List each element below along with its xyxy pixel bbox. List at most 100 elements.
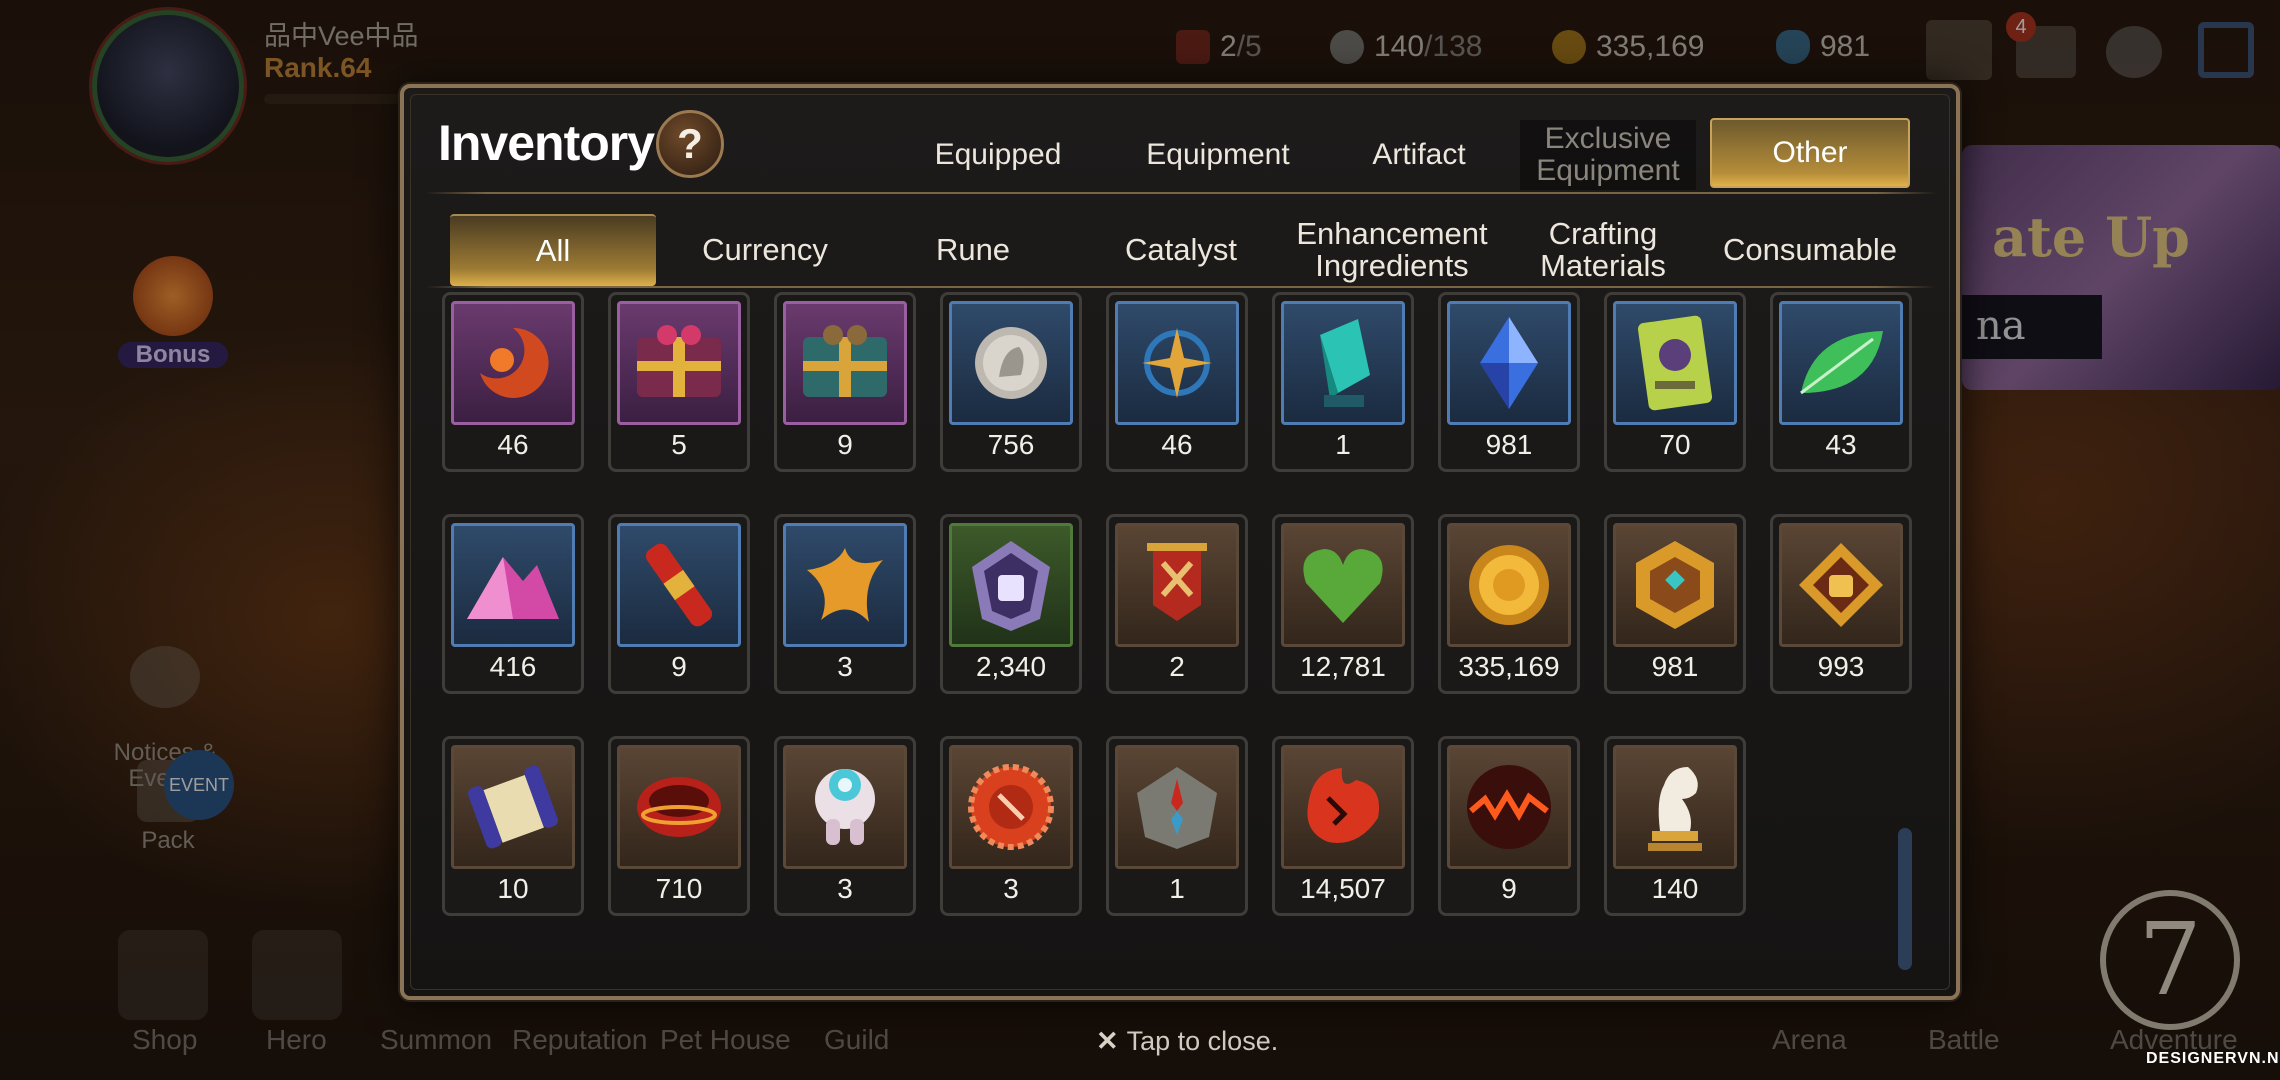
item-count: 981 bbox=[1651, 651, 1699, 682]
item-count: 756 bbox=[987, 429, 1035, 460]
gold-sun-coin-icon bbox=[1447, 523, 1571, 647]
orange-crescent-rune-icon bbox=[451, 301, 575, 425]
item-count: 1 bbox=[1169, 873, 1185, 904]
tab-divider-top bbox=[426, 192, 1936, 194]
item-slot[interactable]: 3 bbox=[774, 514, 916, 694]
item-count: 70 bbox=[1659, 429, 1691, 460]
help-button[interactable]: ? bbox=[656, 110, 724, 178]
item-count: 981 bbox=[1485, 429, 1533, 460]
item-slot[interactable]: 12,781 bbox=[1272, 514, 1414, 694]
item-slot[interactable]: 9 bbox=[608, 514, 750, 694]
green-leaf-icon bbox=[1779, 301, 1903, 425]
fire-orb-icon bbox=[1447, 745, 1571, 869]
item-count: 1 bbox=[1335, 429, 1351, 460]
item-count: 10 bbox=[497, 873, 529, 904]
chess-knight-icon bbox=[1613, 745, 1737, 869]
tab-divider-bottom bbox=[426, 286, 1936, 288]
item-slot[interactable]: 43 bbox=[1770, 292, 1912, 472]
inventory-panel: Inventory ? Equipped Equipment Artifact … bbox=[400, 84, 1960, 1000]
tab-artifact[interactable]: Artifact bbox=[1334, 120, 1504, 190]
item-slot[interactable]: 710 bbox=[608, 736, 750, 916]
item-slot[interactable]: 140 bbox=[1604, 736, 1746, 916]
item-count: 710 bbox=[655, 873, 703, 904]
item-slot[interactable]: 70 bbox=[1604, 292, 1746, 472]
item-slot[interactable]: 46 bbox=[442, 292, 584, 472]
item-count: 335,169 bbox=[1458, 651, 1560, 682]
pink-gift-box-icon bbox=[617, 301, 741, 425]
item-slot[interactable]: 993 bbox=[1770, 514, 1912, 694]
item-slot[interactable]: 981 bbox=[1438, 292, 1580, 472]
item-count: 3 bbox=[837, 651, 853, 682]
watermark: DESIGNERVN.NET bbox=[2146, 1050, 2280, 1067]
item-slot[interactable]: 5 bbox=[608, 292, 750, 472]
close-icon: ✕ bbox=[1096, 1026, 1119, 1056]
item-count: 46 bbox=[497, 429, 529, 460]
inventory-scrollbar[interactable] bbox=[1898, 828, 1912, 970]
robot-pet-icon bbox=[783, 745, 907, 869]
silver-coin-icon bbox=[949, 301, 1073, 425]
item-count: 14,507 bbox=[1300, 873, 1386, 904]
gold-hexagon-medal-icon bbox=[1613, 523, 1737, 647]
subtab-currency[interactable]: Currency bbox=[662, 214, 868, 286]
item-count: 2 bbox=[1169, 651, 1185, 682]
item-slot[interactable]: 3 bbox=[774, 736, 916, 916]
teal-crystal-shard-icon bbox=[1281, 301, 1405, 425]
item-count: 140 bbox=[1651, 873, 1699, 904]
item-slot[interactable]: 46 bbox=[1106, 292, 1248, 472]
blue-gem-icon bbox=[1447, 301, 1571, 425]
scroll-icon bbox=[451, 745, 575, 869]
fist-emblem-icon bbox=[949, 523, 1073, 647]
item-count: 12,781 bbox=[1300, 651, 1386, 682]
item-slot[interactable]: 2 bbox=[1106, 514, 1248, 694]
item-count: 3 bbox=[837, 873, 853, 904]
item-count: 2,340 bbox=[975, 651, 1047, 682]
item-count: 9 bbox=[671, 651, 687, 682]
red-bottle-cap-icon bbox=[949, 745, 1073, 869]
item-slot[interactable]: 2,340 bbox=[940, 514, 1082, 694]
item-slot[interactable]: 10 bbox=[442, 736, 584, 916]
red-scroll-tube-icon bbox=[617, 523, 741, 647]
subtab-enhancement-ingredients[interactable]: Enhancement Ingredients bbox=[1284, 214, 1500, 286]
stone-compass-icon bbox=[1115, 745, 1239, 869]
green-card-icon bbox=[1613, 301, 1737, 425]
subtab-crafting-materials[interactable]: Crafting Materials bbox=[1500, 214, 1706, 286]
item-slot[interactable]: 1 bbox=[1106, 736, 1248, 916]
item-count: 993 bbox=[1817, 651, 1865, 682]
battle-banner-icon bbox=[1115, 523, 1239, 647]
item-slot[interactable]: 3 bbox=[940, 736, 1082, 916]
tap-to-close-label: Tap to close. bbox=[1126, 1026, 1279, 1056]
item-count: 9 bbox=[1501, 873, 1517, 904]
fist-medal-icon bbox=[1779, 523, 1903, 647]
tab-equipment[interactable]: Equipment bbox=[1112, 120, 1324, 190]
item-count: 43 bbox=[1825, 429, 1857, 460]
item-slot[interactable]: 981 bbox=[1604, 514, 1746, 694]
tap-to-close-hint[interactable]: ✕ Tap to close. bbox=[1096, 1026, 1278, 1057]
orange-starfish-icon bbox=[783, 523, 907, 647]
tab-exclusive-equipment[interactable]: Exclusive Equipment bbox=[1520, 120, 1696, 190]
item-slot[interactable]: 416 bbox=[442, 514, 584, 694]
item-slot[interactable]: 9 bbox=[1438, 736, 1580, 916]
tab-other[interactable]: Other bbox=[1710, 118, 1910, 188]
item-slot[interactable]: 14,507 bbox=[1272, 736, 1414, 916]
item-count: 9 bbox=[837, 429, 853, 460]
compass-star-pendant-icon bbox=[1115, 301, 1239, 425]
red-ring-icon bbox=[617, 745, 741, 869]
item-count: 416 bbox=[489, 651, 537, 682]
teal-gift-box-icon bbox=[783, 301, 907, 425]
item-slot[interactable]: 9 bbox=[774, 292, 916, 472]
item-count: 5 bbox=[671, 429, 687, 460]
red-leaf-icon bbox=[1281, 745, 1405, 869]
item-count: 46 bbox=[1161, 429, 1193, 460]
inventory-title: Inventory bbox=[438, 115, 655, 171]
item-count: 3 bbox=[1003, 873, 1019, 904]
pink-ore-pile-icon bbox=[451, 523, 575, 647]
subtab-all[interactable]: All bbox=[450, 214, 656, 286]
subtab-rune[interactable]: Rune bbox=[870, 214, 1076, 286]
item-slot[interactable]: 1 bbox=[1272, 292, 1414, 472]
subtab-catalyst[interactable]: Catalyst bbox=[1078, 214, 1284, 286]
tab-equipped[interactable]: Equipped bbox=[910, 120, 1086, 190]
item-slot[interactable]: 335,169 bbox=[1438, 514, 1580, 694]
subtab-consumable[interactable]: Consumable bbox=[1700, 214, 1920, 286]
item-slot[interactable]: 756 bbox=[940, 292, 1082, 472]
green-heart-icon bbox=[1281, 523, 1405, 647]
